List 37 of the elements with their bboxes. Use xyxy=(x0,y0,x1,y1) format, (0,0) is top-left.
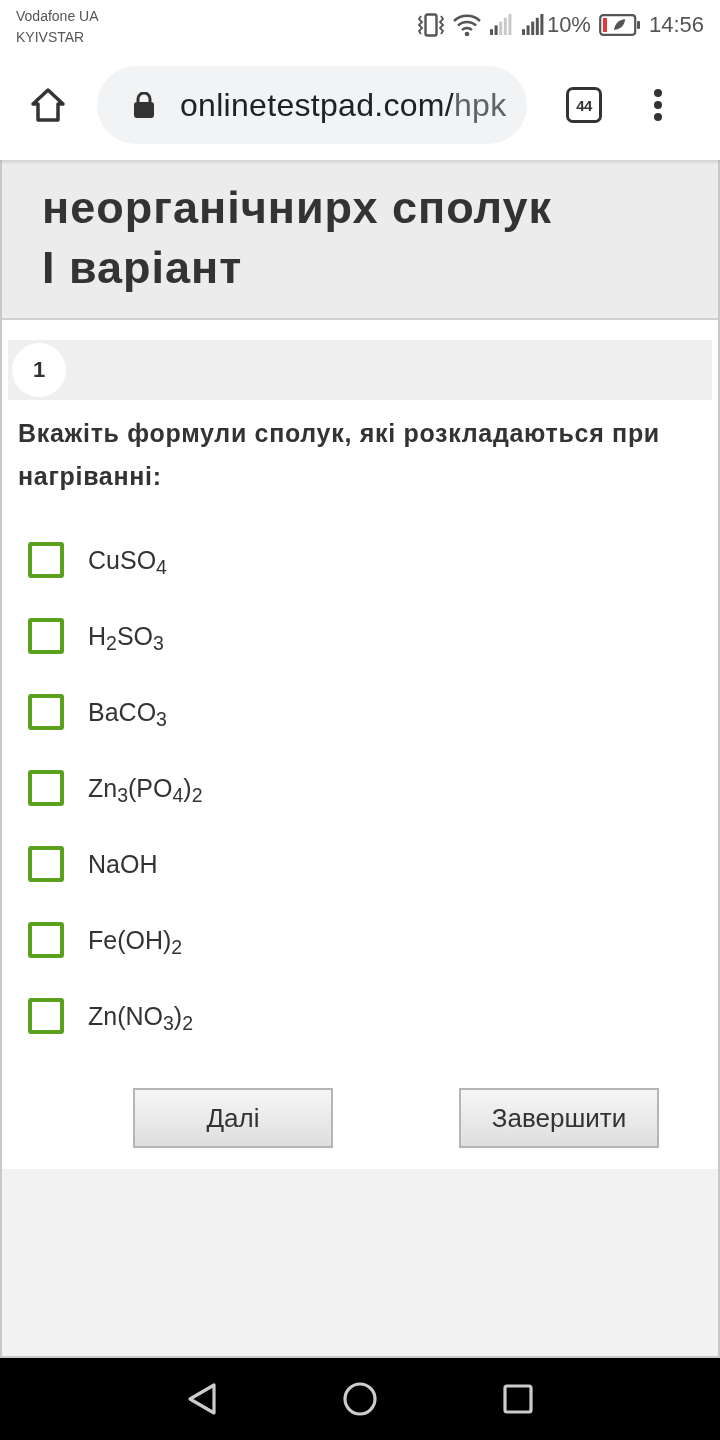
test-title: неорганічнирх сполук xyxy=(42,181,553,235)
option-label[interactable]: CuSO$_{4}$ xyxy=(88,545,167,575)
address-field[interactable]: onlinetestpad.com/hpk xyxy=(97,66,527,144)
checkbox[interactable] xyxy=(28,998,64,1034)
signal-icon xyxy=(488,13,513,37)
clock-time: 14:56 xyxy=(648,12,704,38)
carrier-name: Vodafone UA xyxy=(16,6,99,25)
lock-icon xyxy=(133,92,155,118)
option-label[interactable]: NaOH xyxy=(88,849,158,879)
option-label[interactable]: BaCO$_{3}$ xyxy=(88,697,167,727)
checkbox[interactable] xyxy=(28,846,64,882)
battery-icon xyxy=(598,14,641,36)
question-text: Вкажіть формули сполук, які розкладаються при нагріванні: xyxy=(18,418,661,492)
home-icon[interactable] xyxy=(30,87,66,123)
tab-switcher-button[interactable]: 44 xyxy=(566,87,602,123)
menu-icon[interactable] xyxy=(653,88,663,122)
checkbox[interactable] xyxy=(28,542,64,578)
option-label[interactable]: Fe(OH)$_{2}$ xyxy=(88,925,183,955)
option-label[interactable]: Zn(NO$_{3}$)$_{2}$ xyxy=(88,1001,194,1031)
option-label[interactable]: H$_{2}$SO$_{3}$ xyxy=(88,621,164,651)
battery-percent: 10% xyxy=(546,12,591,38)
recents-icon[interactable] xyxy=(503,1384,533,1414)
finish-button[interactable]: Завершити xyxy=(459,1088,659,1148)
home-circle-icon[interactable] xyxy=(343,1382,377,1416)
wifi-icon xyxy=(452,13,481,37)
vibrate-icon xyxy=(416,13,445,37)
carrier-name: KYIVSTAR xyxy=(16,27,86,46)
signal-icon xyxy=(520,13,545,37)
question-number: 1 xyxy=(12,343,66,397)
checkbox[interactable] xyxy=(28,618,64,654)
checkbox[interactable] xyxy=(28,770,64,806)
checkbox[interactable] xyxy=(28,922,64,958)
next-button[interactable]: Далі xyxy=(133,1088,333,1148)
test-title: І варіант xyxy=(42,241,243,295)
checkbox[interactable] xyxy=(28,694,64,730)
option-label[interactable]: Zn$_{3}$(PO$_{4}$)$_{2}$ xyxy=(88,773,203,803)
back-icon[interactable] xyxy=(187,1382,217,1416)
